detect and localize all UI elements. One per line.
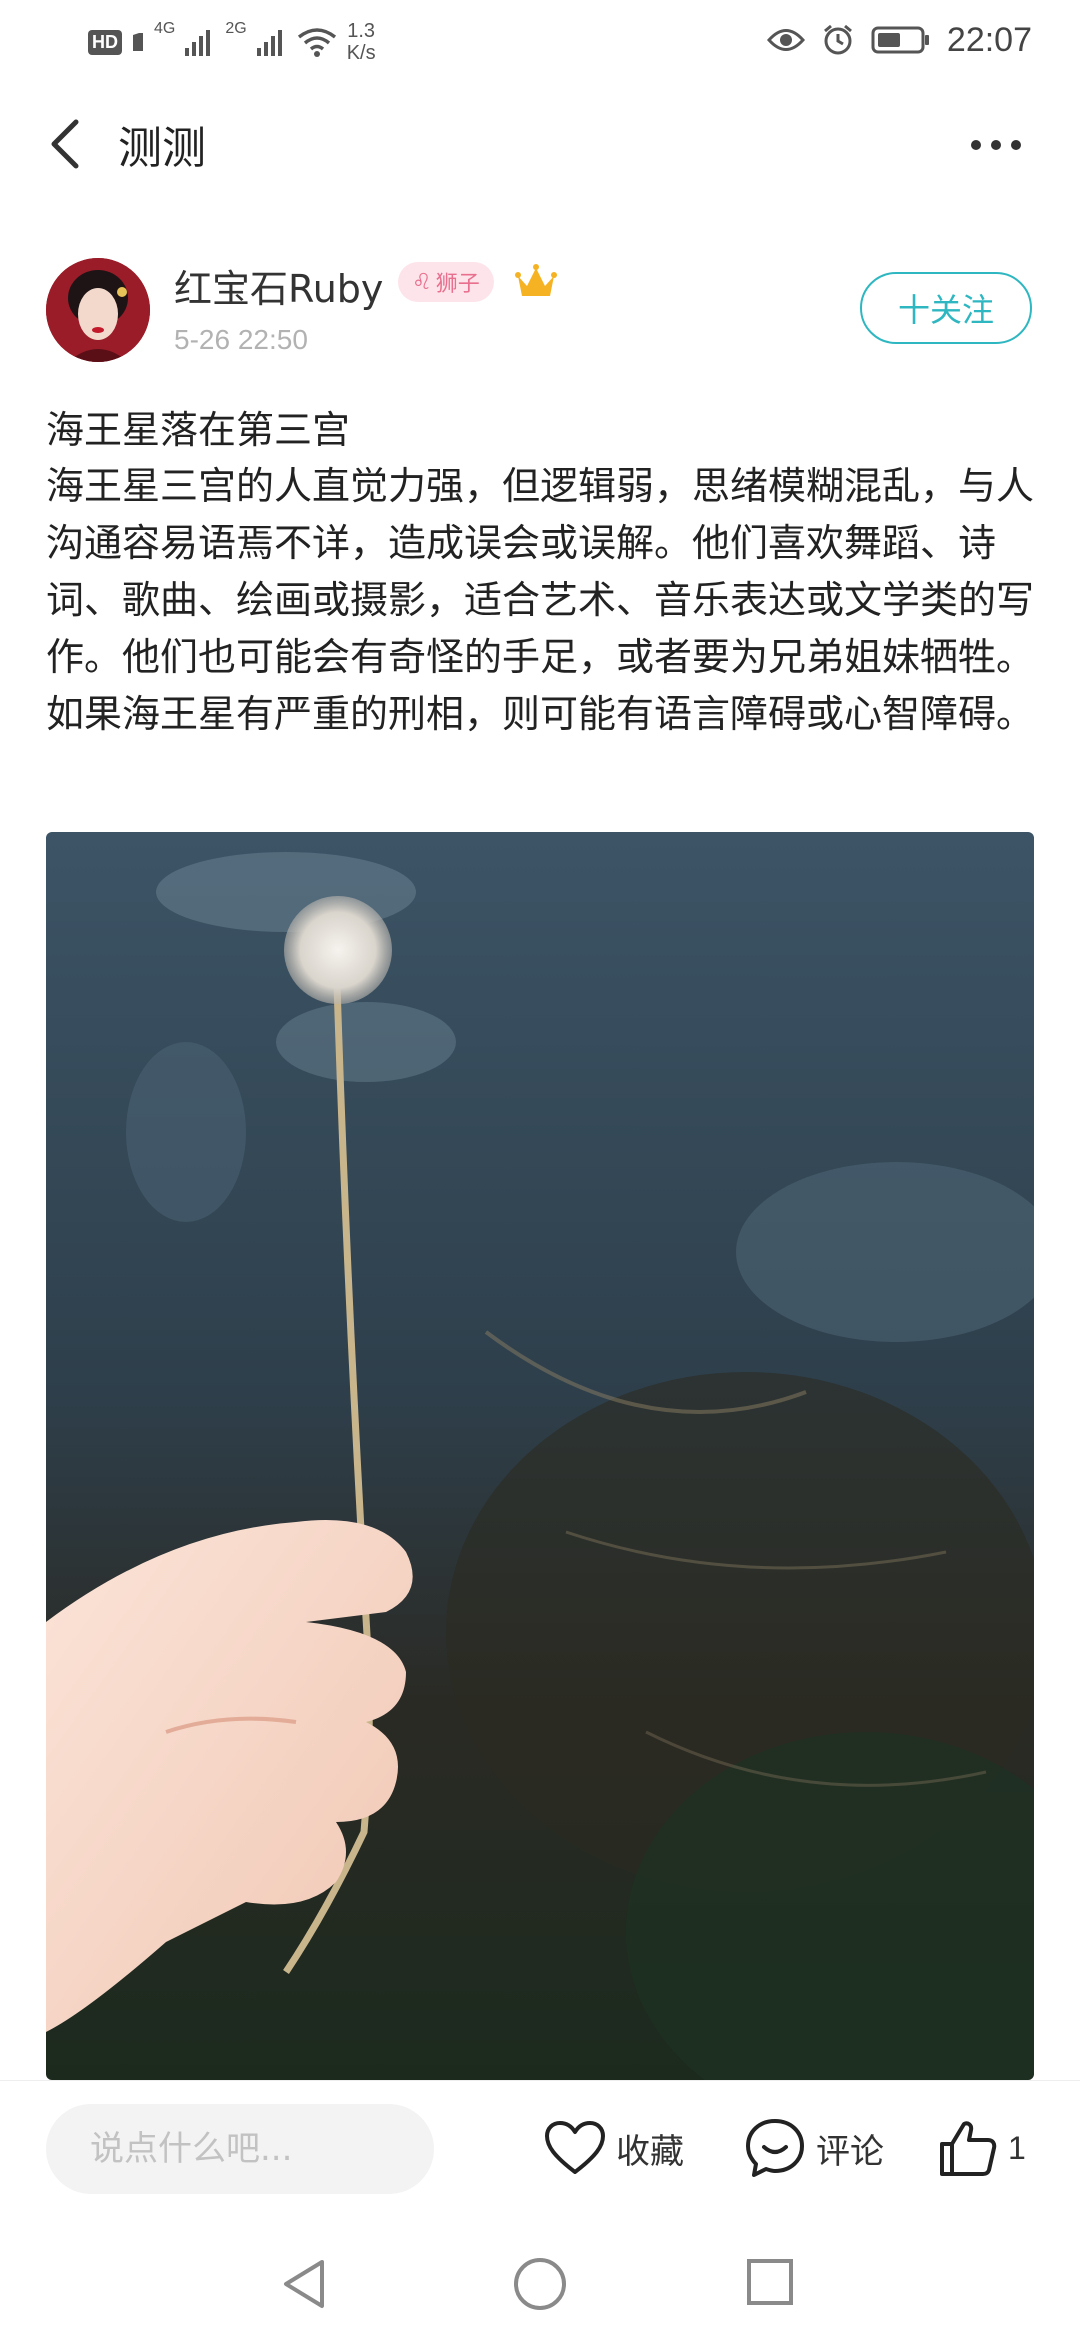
network-speed: 1.3 K/s xyxy=(347,20,376,64)
post-timestamp: 5-26 22:50 xyxy=(174,324,308,355)
post-body: 海王星三宫的人直觉力强，但逻辑弱，思绪模糊混乱，与人沟通容易语焉不详，造成误会或… xyxy=(46,464,1035,736)
thumbs-up-icon xyxy=(940,2121,997,2176)
more-options-button[interactable] xyxy=(960,120,1040,170)
chevron-left-icon xyxy=(51,119,79,169)
author-name[interactable]: 红宝石Ruby xyxy=(174,258,383,313)
nav-home-button[interactable] xyxy=(512,2256,568,2312)
favorite-label: 收藏 xyxy=(616,2131,684,2172)
back-button[interactable] xyxy=(40,108,100,180)
crown-icon xyxy=(514,262,558,302)
hd-badge: HD xyxy=(88,29,122,55)
comment-input[interactable] xyxy=(46,2104,434,2194)
dandelion-photo xyxy=(46,832,1034,2080)
nav-recents-button[interactable] xyxy=(744,2256,796,2308)
post-title: 海王星落在第三宫 xyxy=(46,408,351,452)
signal-icon xyxy=(185,30,211,56)
status-bar-left: HD 4G 2G 1.3 K/s xyxy=(88,20,376,64)
sim-card-icon xyxy=(133,33,143,51)
signal-icon xyxy=(256,30,282,56)
more-dots-icon xyxy=(971,140,1021,150)
post-image[interactable] xyxy=(46,832,1034,2080)
like-count: 1 xyxy=(1008,2129,1026,2166)
follow-label: 十关注 xyxy=(897,291,994,329)
leo-icon: ♌ xyxy=(412,269,432,295)
sim1-network-label: 4G xyxy=(154,20,176,37)
nav-back-button[interactable] xyxy=(278,2256,328,2312)
favorite-button[interactable]: 收藏 xyxy=(544,2112,684,2184)
comment-bubble-icon xyxy=(746,2119,804,2177)
circle-home-icon xyxy=(514,2258,566,2310)
page-title: 测测 xyxy=(118,123,206,174)
network-speed-value: 1.3 xyxy=(347,20,376,42)
comment-button[interactable]: 评论 xyxy=(744,2112,884,2184)
like-button[interactable]: 1 xyxy=(938,2112,1026,2184)
network-speed-unit: K/s xyxy=(346,42,376,64)
zodiac-badge: ♌ 狮子 xyxy=(398,262,494,302)
comment-label: 评论 xyxy=(816,2131,884,2172)
avatar-image xyxy=(46,258,150,362)
eye-icon xyxy=(766,29,805,51)
alarm-icon xyxy=(823,24,852,55)
wifi-icon xyxy=(297,28,336,57)
heart-icon xyxy=(545,2121,605,2174)
zodiac-label: 狮子 xyxy=(435,272,480,297)
sim2-network-label: 2G xyxy=(225,20,247,37)
avatar[interactable] xyxy=(46,258,150,362)
square-recents-icon xyxy=(747,2259,793,2305)
triangle-back-icon xyxy=(284,2260,324,2308)
battery-icon xyxy=(871,26,929,54)
status-clock: 22:07 xyxy=(946,20,1032,59)
status-bar-right: 22:07 xyxy=(766,18,1032,62)
follow-button[interactable]: 十关注 xyxy=(860,272,1032,344)
